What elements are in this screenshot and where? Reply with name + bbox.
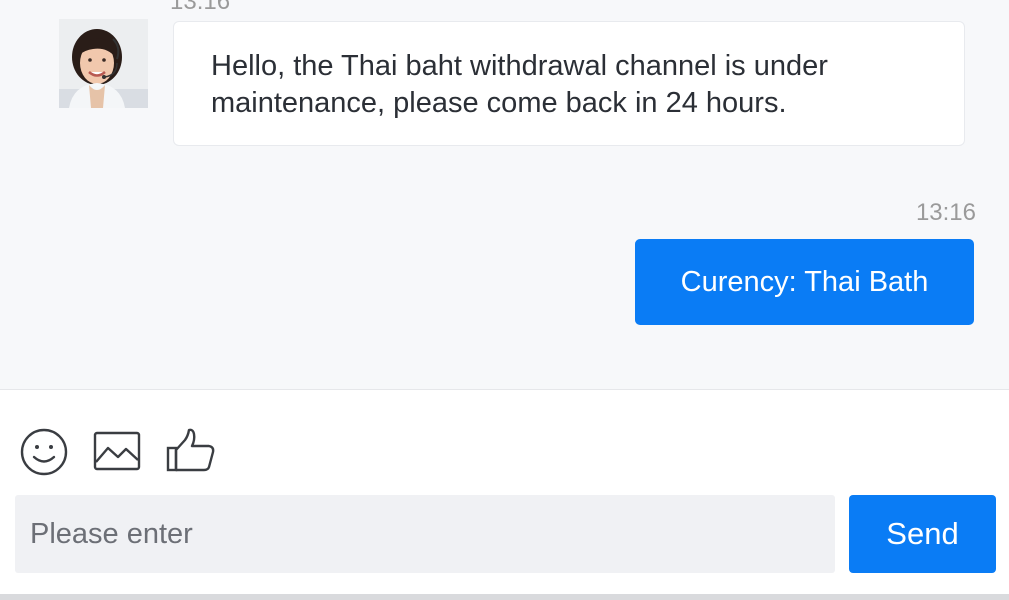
outgoing-message-bubble: Curency: Thai Bath <box>635 239 974 325</box>
smile-icon <box>20 428 68 476</box>
thumbs-up-icon <box>166 428 215 472</box>
chat-window: 13:16 Hello, the Thai baht withdrawal ch… <box>0 0 1009 600</box>
incoming-message-text: Hello, the Thai baht withdrawal channel … <box>211 50 828 119</box>
outgoing-message-text: Curency: Thai Bath <box>680 266 929 298</box>
image-upload-button[interactable] <box>92 426 144 478</box>
message-input[interactable] <box>15 495 835 573</box>
image-icon <box>93 431 141 471</box>
outgoing-message-timestamp: 13:16 <box>915 199 976 226</box>
emoji-button[interactable] <box>19 426 71 478</box>
send-button[interactable]: Send <box>849 495 996 573</box>
like-button[interactable] <box>165 426 217 478</box>
agent-avatar-image <box>59 19 148 108</box>
agent-avatar <box>59 19 148 108</box>
bottom-divider <box>0 594 1009 600</box>
message-timestamp: 13:16 <box>170 0 231 15</box>
incoming-message-bubble: Hello, the Thai baht withdrawal channel … <box>173 21 965 146</box>
message-composer: Send <box>0 389 1009 600</box>
message-list[interactable]: 13:16 Hello, the Thai baht withdrawal ch… <box>0 0 1009 389</box>
